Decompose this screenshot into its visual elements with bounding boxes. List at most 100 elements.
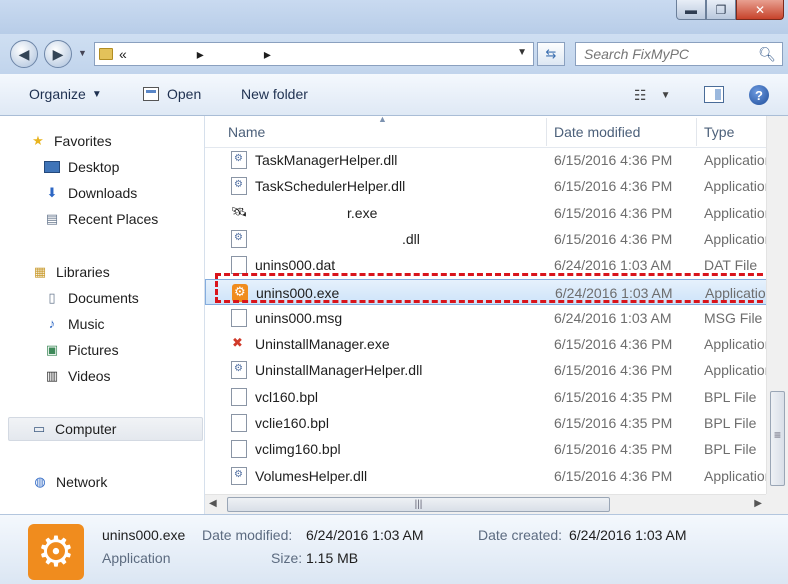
nav-computer[interactable]: ▭ Computer — [8, 417, 203, 441]
dll-icon — [231, 361, 247, 380]
column-name[interactable]: Name — [228, 124, 265, 140]
open-icon — [143, 87, 159, 101]
document-icon — [231, 308, 247, 327]
open-label: Open — [167, 86, 202, 102]
breadcrumb-separator[interactable]: ▸ — [197, 46, 204, 63]
file-date-modified: 6/15/2016 4:36 PM — [554, 152, 673, 168]
file-row[interactable]: vclie160.bpl 6/15/2016 4:35 PM BPL File — [205, 410, 771, 436]
file-row[interactable]: .dll 6/15/2016 4:36 PM Application extensi… — [205, 226, 771, 252]
gear-icon — [232, 283, 248, 302]
open-button[interactable]: Open — [143, 86, 201, 102]
back-button[interactable]: ◀ — [10, 40, 38, 68]
scroll-left-icon[interactable]: ◀ — [209, 498, 217, 509]
folder-icon — [99, 48, 113, 60]
horizontal-scrollbar[interactable]: ◀ ||| ▶ — [205, 494, 766, 514]
command-bar: Organize ▼ Open New folder ☷ ▼ ? — [0, 74, 788, 116]
nav-network[interactable]: ◍ Network — [32, 470, 107, 494]
file-row[interactable]: TaskManagerHelper.dll 6/15/2016 4:36 PM Ap… — [205, 147, 771, 173]
file-name: VolumesHelper.dll — [255, 467, 368, 484]
search-icon[interactable]: 🔍︎ — [758, 46, 776, 63]
file-row[interactable]: UninstallManagerHelper.dll 6/15/2016 4:36… — [205, 357, 771, 383]
uninstall-icon — [231, 335, 247, 353]
nav-pictures[interactable]: ▣ Pictures — [44, 338, 119, 362]
nav-favorites[interactable]: ★ Favorites — [30, 129, 112, 153]
nav-videos[interactable]: ▥ Videos — [44, 364, 111, 388]
file-row[interactable]: unins000.msg 6/24/2016 1:03 AM MSG File — [205, 305, 771, 331]
nav-desktop[interactable]: Desktop — [44, 155, 119, 179]
dll-icon — [231, 466, 247, 485]
recent-pages-dropdown[interactable]: ▼ — [78, 48, 87, 58]
horizontal-scroll-thumb[interactable]: ||| — [227, 497, 610, 512]
file-type: Application extension — [704, 152, 771, 168]
redacted-breadcrumb — [203, 47, 264, 61]
vertical-scroll-thumb[interactable] — [770, 391, 785, 486]
address-dropdown-icon[interactable]: ▼ — [517, 47, 527, 58]
search-input[interactable] — [584, 46, 754, 62]
nav-music-label: Music — [68, 316, 105, 332]
file-row[interactable]: vclimg160.bpl 6/15/2016 4:35 PM BPL File — [205, 436, 771, 462]
nav-recent-places-label: Recent Places — [68, 211, 159, 227]
chevron-down-icon: ▼ — [660, 90, 671, 101]
vertical-scrollbar[interactable] — [766, 116, 788, 494]
details-modified-label: Date modified: — [202, 527, 293, 543]
column-date-modified[interactable]: Date modified — [554, 124, 640, 140]
file-row[interactable]: unins000.exe 6/24/2016 1:03 AM Application — [205, 278, 772, 305]
maximize-icon: ❐ — [715, 2, 727, 17]
videos-icon: ▥ — [45, 368, 59, 383]
document-icon — [231, 387, 247, 406]
file-type: MSG File — [704, 309, 763, 326]
file-row[interactable]: VolumesHelper.dll 6/15/2016 4:36 PM Applic… — [205, 463, 771, 489]
details-created-label: Date created: — [478, 527, 563, 543]
nav-recent-places[interactable]: ▤ Recent Places — [44, 207, 158, 231]
file-row[interactable]: UninstallManager.exe 6/15/2016 4:36 PM App… — [205, 331, 771, 357]
nav-favorites-label: Favorites — [54, 133, 112, 149]
file-name: r.exe — [347, 204, 378, 221]
maximize-button[interactable]: ❐ — [706, 0, 736, 20]
file-name: UninstallManager.exe — [255, 336, 390, 353]
refresh-button[interactable]: ⇆ — [537, 42, 565, 66]
file-type: DAT File — [704, 257, 758, 274]
scroll-right-icon[interactable]: ▶ — [754, 498, 762, 509]
help-icon: ? — [755, 87, 763, 103]
navigation-pane: ★ Favorites Desktop ⬇ Downloads ▤ Recent… — [0, 116, 205, 514]
details-created-value: 6/24/2016 1:03 AM — [569, 527, 687, 543]
change-view-button[interactable]: ☷ ▼ — [634, 87, 670, 104]
address-bar[interactable]: « ▸ ▸ ▼ — [94, 42, 534, 66]
file-date-modified: 6/15/2016 4:36 PM — [554, 204, 673, 221]
document-icon — [231, 414, 247, 432]
address-row: ◀ ▶ ▼ « ▸ ▸ ▼ ⇆ 🔍︎ — [0, 34, 788, 74]
close-button[interactable]: ✕ — [736, 0, 784, 20]
minimize-button[interactable]: ▬ — [676, 0, 706, 20]
column-separator[interactable] — [696, 118, 697, 146]
column-separator[interactable] — [546, 118, 547, 146]
file-type: Application — [705, 284, 772, 301]
nav-computer-label: Computer — [55, 421, 117, 437]
organize-button[interactable]: Organize ▼ — [29, 86, 102, 102]
nav-documents[interactable]: ▯ Documents — [44, 286, 138, 310]
file-list: ▲ Name Date modified Type TaskManagerHel… — [205, 116, 788, 514]
nav-music[interactable]: ♪ Music — [44, 312, 105, 336]
help-button[interactable]: ? — [749, 85, 769, 105]
nav-pictures-label: Pictures — [68, 342, 119, 358]
column-type[interactable]: Type — [704, 124, 734, 140]
file-type: Application — [704, 204, 771, 221]
nav-downloads[interactable]: ⬇ Downloads — [44, 181, 138, 205]
arrow-left-icon: ◀ — [18, 45, 30, 62]
desktop-icon — [44, 161, 60, 173]
file-row[interactable]: TaskSchedulerHelper.dll 6/15/2016 4:36 PM… — [205, 173, 771, 199]
file-row[interactable]: vcl160.bpl 6/15/2016 4:35 PM BPL File — [205, 384, 771, 410]
search-box[interactable]: 🔍︎ — [575, 42, 783, 66]
new-folder-button[interactable]: New folder — [241, 86, 308, 102]
file-date-modified: 6/15/2016 4:35 PM — [554, 441, 673, 458]
nav-libraries[interactable]: ▦ Libraries — [32, 260, 110, 284]
file-name: unins000.dat — [255, 257, 336, 274]
file-row[interactable]: unins000.dat 6/24/2016 1:03 AM DAT File — [205, 252, 771, 278]
breadcrumb-separator[interactable]: ▸ — [264, 46, 271, 63]
file-date-modified: 6/15/2016 4:36 PM — [554, 362, 673, 379]
file-row[interactable]: r.exe 6/15/2016 4:36 PM Application — [205, 200, 771, 226]
file-name: unins000.exe — [256, 284, 340, 301]
forward-button[interactable]: ▶ — [44, 40, 72, 68]
file-type: Application extension — [704, 467, 771, 484]
breadcrumb-overflow[interactable]: « — [119, 46, 127, 62]
preview-pane-button[interactable] — [704, 86, 724, 103]
